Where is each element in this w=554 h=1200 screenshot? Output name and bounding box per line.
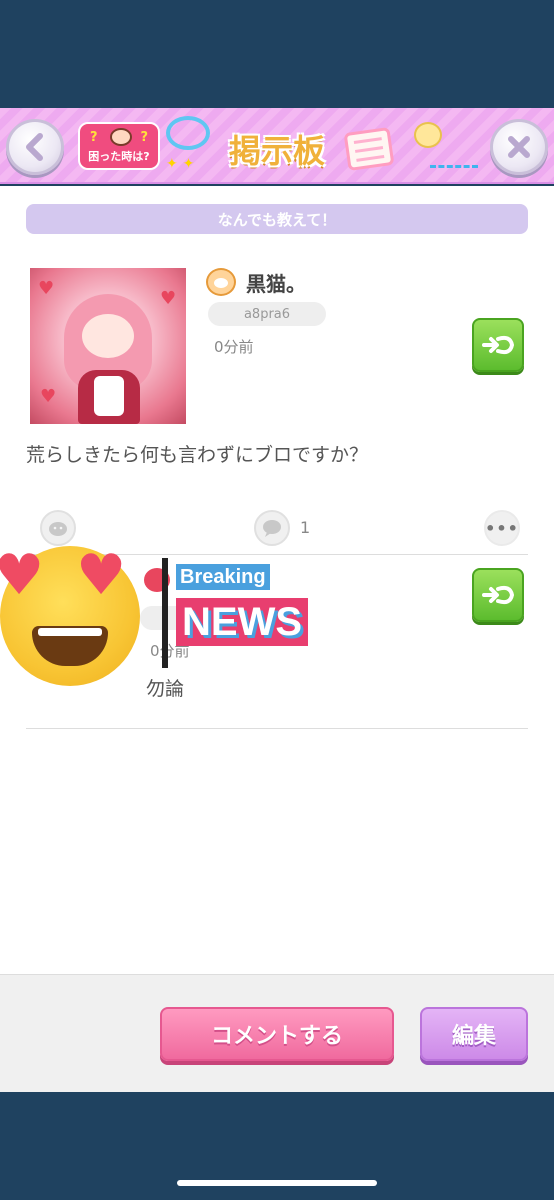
post-time: 0分前 [214, 338, 254, 356]
ellipsis-icon: ••• [485, 518, 519, 538]
close-icon [508, 136, 530, 158]
news-label: NEWS [176, 598, 308, 646]
board-icon [343, 126, 395, 172]
heart-icon: ♥ [76, 543, 127, 608]
avatar[interactable]: ♥ ♥ ♥ [30, 268, 186, 424]
edit-button[interactable]: 編集 [420, 1007, 528, 1061]
chevron-left-icon [26, 133, 43, 161]
breaking-news-sticker: Breaking NEWS [162, 558, 334, 668]
heart-icon: ♥ [38, 278, 55, 299]
question-mark-icon: ? [140, 130, 148, 145]
reply-arrow-icon [482, 335, 515, 355]
like-button[interactable] [40, 510, 76, 546]
more-options-button[interactable]: ••• [484, 510, 520, 546]
avatar-apron [94, 376, 124, 416]
cookie-decoration [414, 122, 442, 148]
header-bar: ? ? 困った時は? ✦ ✦ 掲示板 [0, 108, 554, 184]
post-username[interactable]: 黒猫。 [246, 268, 306, 297]
footer-bar: コメントする 編集 [0, 974, 554, 1092]
heart-icon: ♥ [40, 386, 57, 407]
face-icon [49, 522, 67, 536]
post-user-id: a8pra6 [208, 302, 326, 326]
comment-count: 1 [300, 518, 311, 537]
close-button[interactable] [490, 119, 548, 175]
speech-bubble-decoration [166, 116, 210, 150]
breaking-label: Breaking [176, 564, 270, 590]
question-mark-icon: ? [90, 130, 98, 145]
divider [26, 728, 528, 729]
home-indicator[interactable] [177, 1180, 377, 1186]
mascot-icon [110, 128, 132, 146]
comment-body: 勿論 [146, 678, 185, 700]
reply-button[interactable] [472, 318, 524, 372]
back-button[interactable] [6, 119, 64, 175]
category-label: なんでも教えて！ [26, 204, 528, 234]
help-label: 困った時は? [88, 150, 150, 163]
emoji-mouth [32, 626, 108, 666]
post-body: 荒らしきたら何も言わずにブロですか？ [26, 444, 369, 466]
page-title: 掲示板 [228, 132, 325, 170]
speech-bubble-icon [263, 520, 281, 537]
comment-button[interactable]: コメントする [160, 1007, 394, 1061]
user-rank-icon [206, 268, 236, 296]
heart-icon: ♥ [0, 543, 45, 608]
help-button[interactable]: ? ? 困った時は? [78, 122, 160, 170]
wave-decoration [430, 156, 478, 168]
comment-reply-button[interactable] [472, 568, 524, 622]
sparkle-decoration: ✦ ✦ [166, 156, 195, 172]
heart-icon: ♥ [160, 288, 177, 309]
heart-eyes-emoji-icon: ♥ ♥ [0, 546, 140, 686]
top-letterbox [0, 0, 554, 108]
reply-arrow-icon [482, 585, 515, 605]
avatar-face [82, 314, 134, 358]
comment-count-button[interactable] [254, 510, 290, 546]
